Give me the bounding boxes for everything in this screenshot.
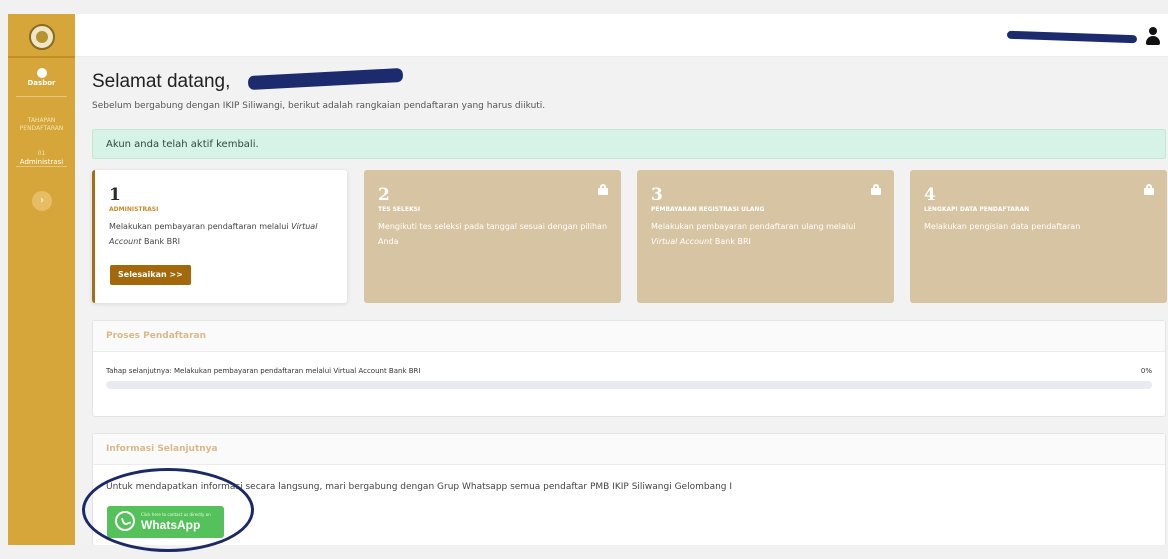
page-title: Selamat datang, bbox=[92, 71, 231, 92]
next-step-text: Tahap selanjutnya: Melakukan pembayaran … bbox=[106, 367, 421, 375]
page-subtitle: Sebelum bergabung dengan IKIP Siliwangi,… bbox=[92, 101, 546, 111]
panel-header: Proses Pendaftaran bbox=[93, 321, 1165, 352]
sidebar-item-dasbor[interactable]: Dasbor bbox=[8, 68, 75, 88]
step-number: 3 bbox=[651, 185, 663, 205]
step-description: Mengikuti tes seleksi pada tanggal sesua… bbox=[378, 222, 608, 246]
lock-icon bbox=[1144, 184, 1154, 195]
step-number: 4 bbox=[924, 185, 936, 205]
sidebar-item-administrasi[interactable]: 01 Administrasi bbox=[8, 149, 75, 167]
lock-icon bbox=[598, 184, 608, 195]
step-description: Melakukan pembayaran pendaftaran melalui… bbox=[109, 222, 318, 246]
user-icon[interactable] bbox=[1145, 27, 1161, 45]
finish-button[interactable]: Selesaikan >> bbox=[110, 265, 191, 285]
sidebar-section-title: TAHAPAN PENDAFTARAN bbox=[19, 117, 64, 132]
step-number: 1 bbox=[109, 185, 121, 205]
progress-panel: Proses Pendaftaran Tahap selanjutnya: Me… bbox=[92, 320, 1166, 417]
step-description: Melakukan pengisian data pendaftaran bbox=[924, 222, 1081, 231]
dashboard-icon bbox=[36, 68, 47, 78]
sidebar-item-label: Administrasi bbox=[19, 158, 64, 166]
sidebar-toggle-button[interactable]: › bbox=[32, 191, 52, 211]
step-number: 2 bbox=[378, 185, 390, 205]
step-card-administrasi: 1 ADMINISTRASI Melakukan pembayaran pend… bbox=[92, 170, 347, 303]
user-icon-head bbox=[1149, 27, 1157, 35]
university-logo[interactable] bbox=[29, 24, 55, 50]
sidebar-item-label: Dasbor bbox=[27, 79, 56, 87]
step-card-lengkapi-data: 4 LENGKAPI DATA PENDAFTARAN Melakukan pe… bbox=[910, 170, 1167, 303]
info-panel: Informasi Selanjutnya Untuk mendapatkan … bbox=[92, 433, 1166, 545]
sidebar-item-number: 01 bbox=[37, 150, 46, 157]
panel-header: Informasi Selanjutnya bbox=[93, 434, 1165, 465]
step-title: LENGKAPI DATA PENDAFTARAN bbox=[924, 206, 1030, 213]
step-card-tes-seleksi: 2 TES SELEKSI Mengikuti tes seleksi pada… bbox=[364, 170, 621, 303]
progress-bar bbox=[106, 381, 1152, 389]
sidebar-divider bbox=[8, 56, 75, 58]
progress-percent: 0% bbox=[1140, 367, 1152, 375]
step-card-registrasi-ulang: 3 PEMBAYARAN REGISTRASI ULANG Melakukan … bbox=[637, 170, 894, 303]
step-title: PEMBAYARAN REGISTRASI ULANG bbox=[651, 206, 765, 213]
step-description: Melakukan pembayaran pendaftaran ulang m… bbox=[651, 222, 856, 246]
step-title: TES SELEKSI bbox=[378, 206, 421, 213]
step-title: ADMINISTRASI bbox=[109, 206, 159, 213]
top-navbar bbox=[75, 14, 1168, 57]
user-icon-body bbox=[1146, 36, 1160, 45]
sidebar-divider bbox=[16, 166, 67, 167]
lock-icon bbox=[871, 184, 881, 195]
annotation-circle bbox=[82, 468, 254, 552]
sidebar: Dasbor TAHAPAN PENDAFTARAN 01 Administra… bbox=[8, 14, 75, 545]
success-alert: Akun anda telah aktif kembali. bbox=[92, 129, 1166, 159]
sidebar-divider bbox=[16, 96, 67, 97]
